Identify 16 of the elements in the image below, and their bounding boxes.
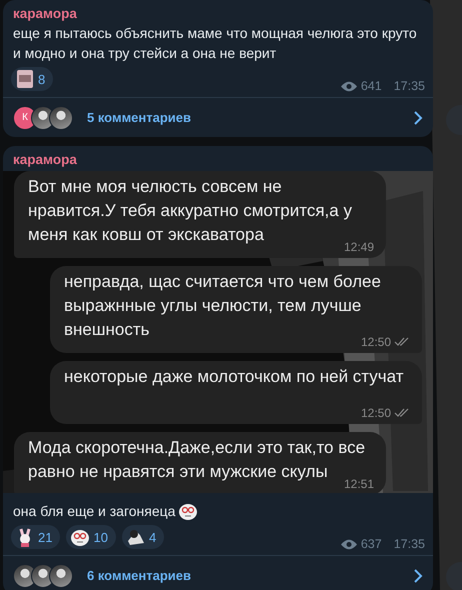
post-text: еще я пытаюсь объяснить маме что мощная челюга это круто и модно и она тру стейси а она не верит [12,24,418,63]
post-time: 17:35 [394,537,425,551]
reaction-button[interactable]: 8 [11,67,54,91]
post-time: 17:35 [394,79,425,93]
reaction-button[interactable]: 10 [66,525,116,549]
view-count: 637 [360,537,382,551]
message-text: некоторые даже молоточком по ней стучат [64,367,404,386]
post-text: она бля еще и загоняеца [13,502,176,521]
reaction-button[interactable]: 4 [122,525,164,549]
reaction-button[interactable]: 21 [11,525,60,549]
comments-button[interactable]: К 5 комментариев [3,97,433,137]
author-name: карамора [12,5,78,23]
view-count: 641 [360,79,382,93]
message-time: 12:50 [360,405,391,422]
comments-button[interactable]: 6 комментариев [3,555,433,590]
author-name: карамора [12,151,78,169]
